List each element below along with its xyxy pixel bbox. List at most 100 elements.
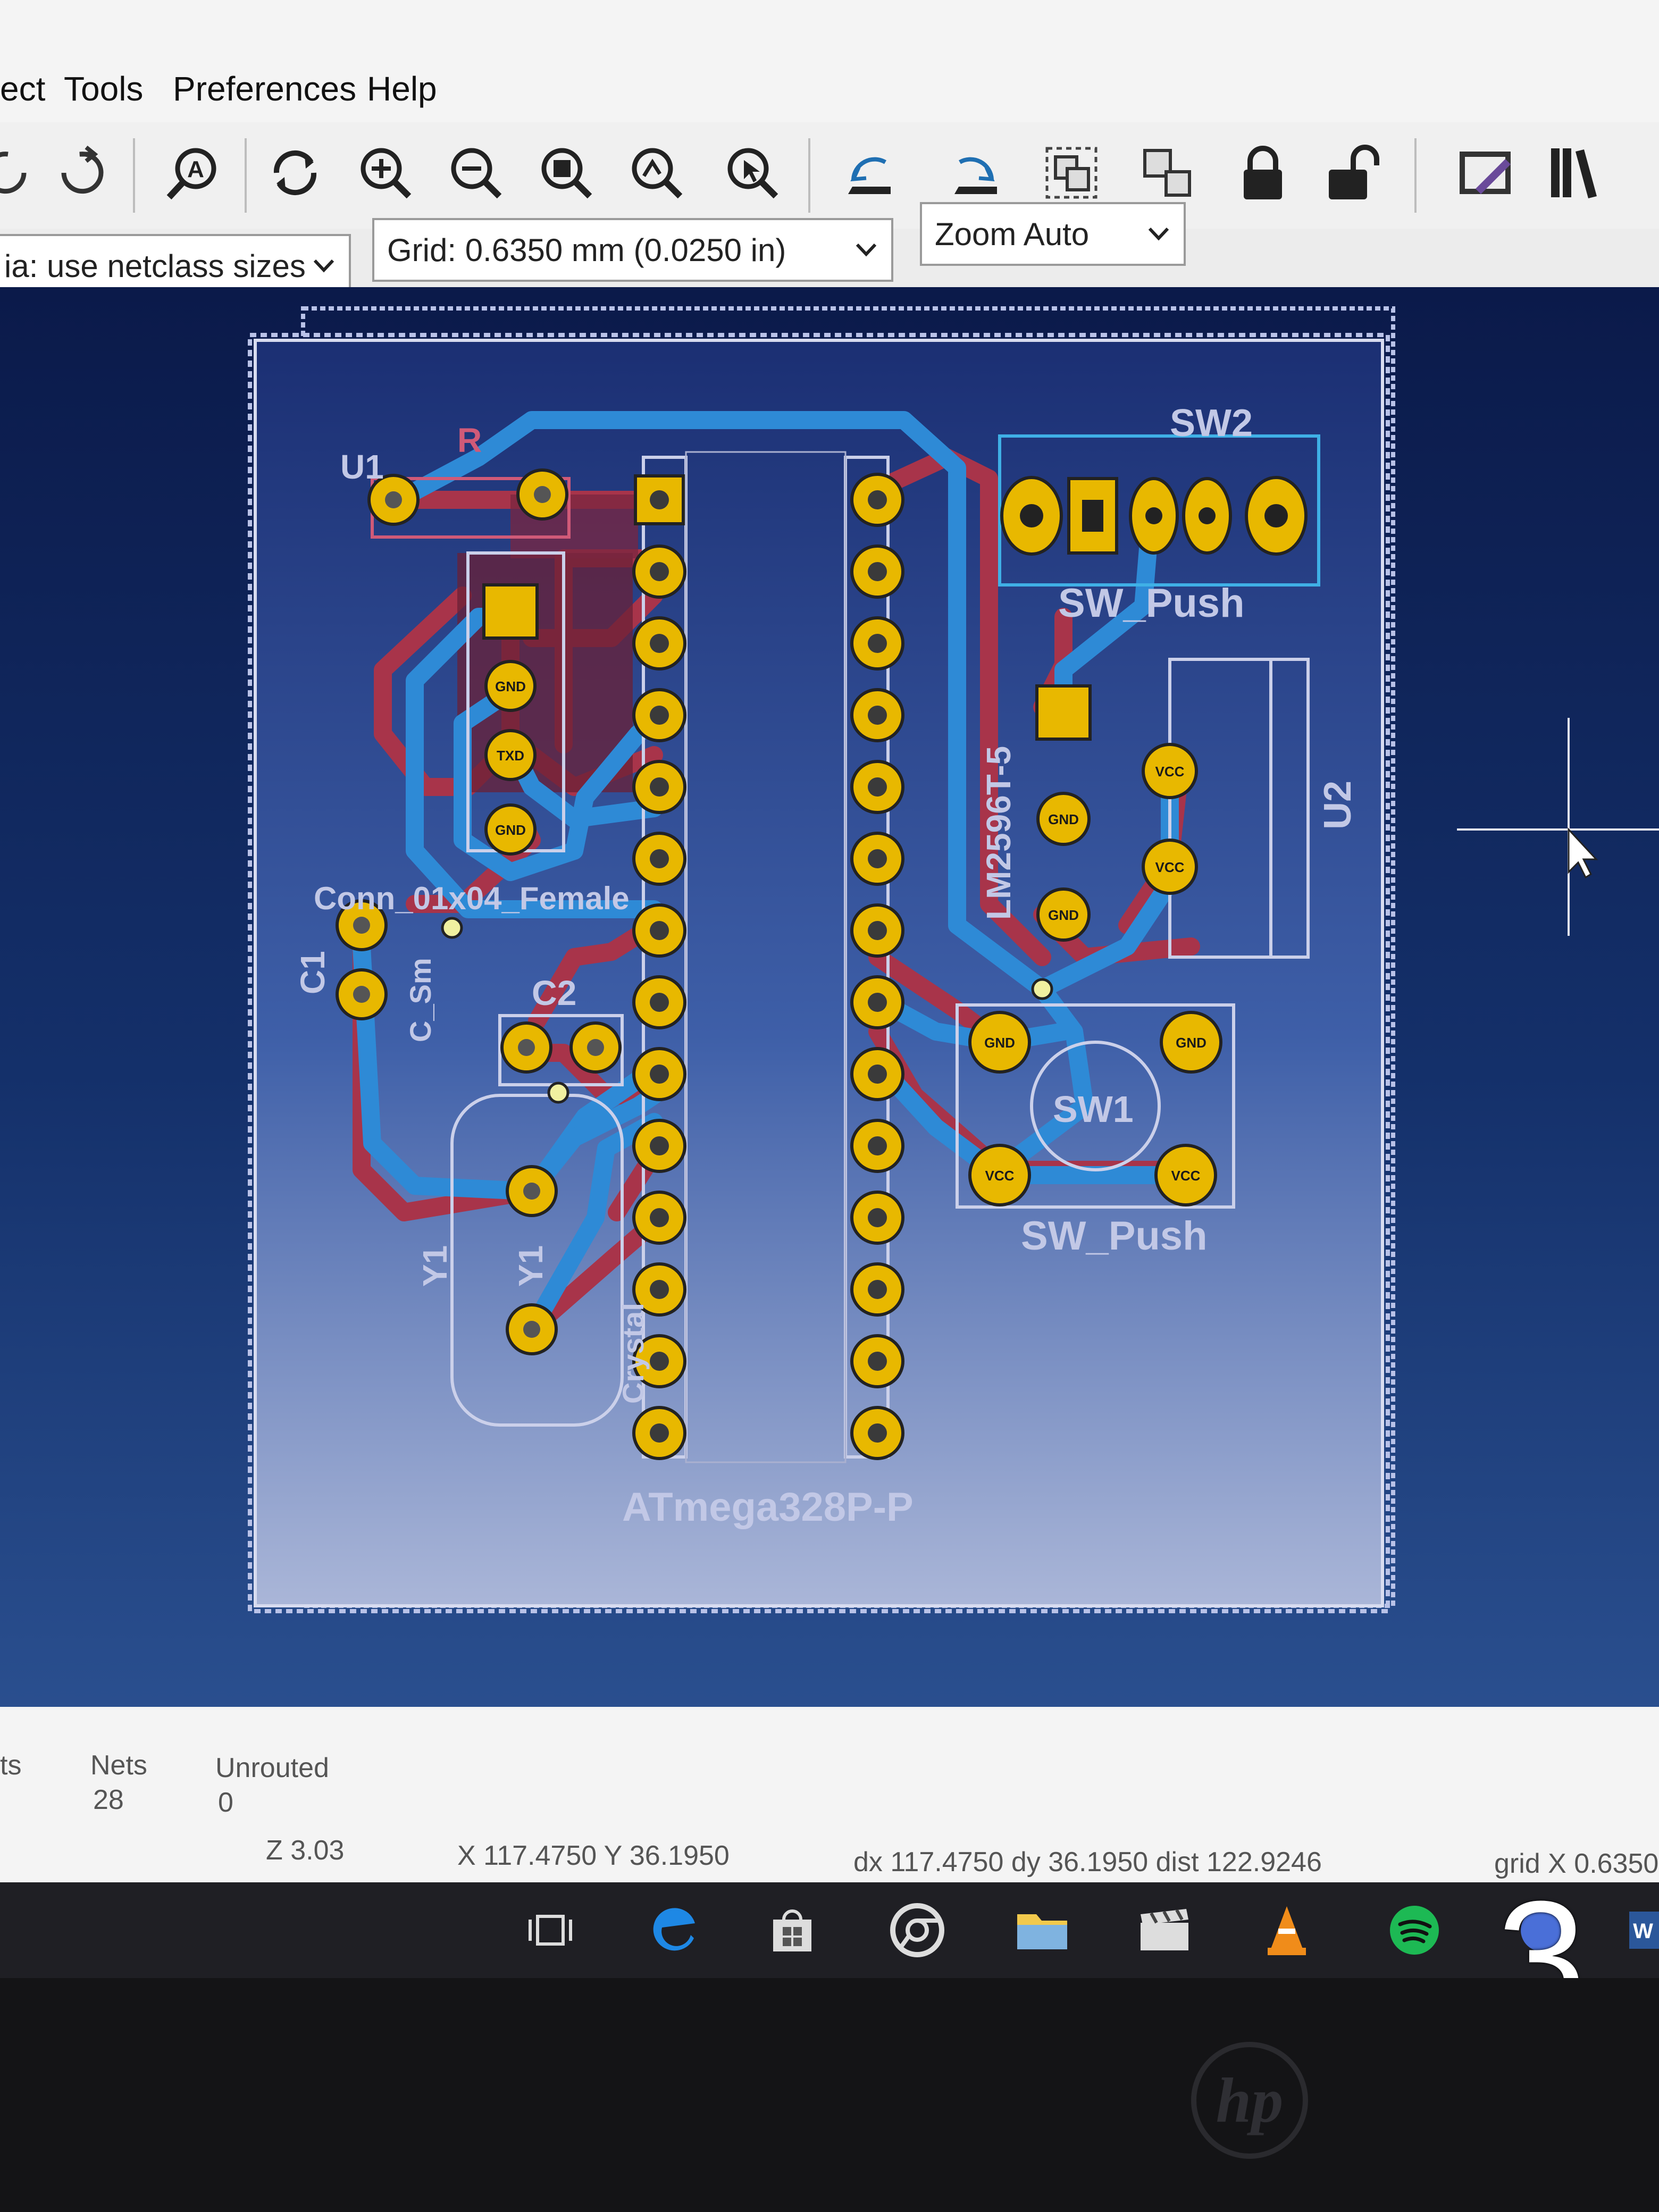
cursor-crosshair (1457, 718, 1659, 936)
pad-drill-hole (650, 849, 669, 868)
pad-label-vcc: VCC (1155, 764, 1185, 780)
pad-label-gnd-3: GND (1048, 811, 1079, 827)
group-icon[interactable] (1032, 133, 1111, 213)
pad-drill-hole (650, 562, 669, 581)
zoom-selection-icon[interactable] (617, 133, 697, 213)
menu-help[interactable]: Help (367, 69, 437, 108)
pad-drill-hole (868, 562, 887, 581)
chevron-down-icon (313, 259, 334, 273)
pad-drill-hole (868, 490, 887, 509)
unrouted-label: Unrouted (215, 1753, 329, 1783)
pad-drill-hole (868, 1352, 887, 1371)
redo-icon[interactable] (40, 133, 120, 213)
zoom-tool-icon[interactable] (713, 133, 792, 213)
pad-drill-hole (650, 706, 669, 725)
zoom-out-icon[interactable] (436, 133, 516, 213)
label-y1-inner: Y1 (512, 1245, 550, 1287)
hp-logo: hp (1191, 2042, 1308, 2159)
pad-drill-hole (650, 993, 669, 1012)
label-conn: Conn_01x04_Female (314, 881, 630, 916)
pad-label-gnd-2: GND (495, 822, 526, 838)
pads-label: ts (0, 1750, 22, 1781)
task-view-icon[interactable] (518, 1898, 582, 1962)
store-icon[interactable] (760, 1898, 824, 1962)
spotify-icon[interactable] (1382, 1898, 1446, 1962)
grid-select[interactable]: Grid: 0.6350 mm (0.0250 in) (372, 218, 893, 282)
menu-project[interactable]: ect (0, 69, 45, 108)
rotate-cw-icon[interactable] (936, 133, 1016, 213)
pad-drill-hole (650, 1352, 669, 1371)
pad-drill-hole (868, 849, 887, 868)
label-c2: C2 (532, 973, 576, 1012)
label-sw2: SW2 (1170, 402, 1253, 445)
refresh-icon[interactable] (255, 133, 335, 213)
menu-tools[interactable]: Tools (64, 69, 143, 108)
pad-label-txd: TXD (497, 748, 524, 764)
svg-text:W: W (1633, 1920, 1653, 1943)
rotate-ccw-icon[interactable] (830, 133, 909, 213)
pad-drill-hole (650, 1208, 669, 1227)
chevron-down-icon (1148, 227, 1169, 241)
zoom-select[interactable]: Zoom Auto (920, 202, 1186, 266)
label-u2: U2 (1317, 781, 1359, 830)
chevron-down-icon (856, 243, 877, 257)
pad-drill-hole (868, 1280, 887, 1299)
edit-footprint-icon[interactable] (1446, 133, 1526, 213)
status-bar: ts Nets 28 Unrouted 0 Z 3.03 X 117.4750 … (0, 1707, 1659, 1882)
movies-icon[interactable] (1133, 1898, 1196, 1962)
label-u1: U1 (340, 448, 384, 486)
grid-value: Grid: 0.6350 mm (0.0250 in) (387, 232, 786, 268)
file-explorer-icon[interactable] (1010, 1898, 1074, 1962)
lock-icon[interactable] (1223, 133, 1303, 213)
pad-drill-hole (868, 634, 887, 653)
pad-drill-hole (650, 921, 669, 940)
cursor-xy-readout: X 117.4750 Y 36.1950 (457, 1840, 730, 1871)
pad-drill-hole (650, 634, 669, 653)
zoom-readout: Z 3.03 (266, 1835, 345, 1866)
unrouted-value: 0 (218, 1787, 233, 1818)
zoom-fit-icon[interactable] (526, 133, 606, 213)
label-c-sm: C_Sm (404, 958, 437, 1042)
pad-drill-hole (868, 1136, 887, 1155)
windows-taskbar: W 3 (0, 1877, 1659, 2037)
pad-drill-hole (868, 777, 887, 797)
vlc-icon[interactable] (1255, 1898, 1319, 1962)
svg-text:A: A (187, 156, 204, 182)
pad-label-gnd-4: GND (1048, 907, 1079, 923)
unlock-icon[interactable] (1313, 133, 1393, 213)
pcb-canvas[interactable]: GND TXD GND VCC VCC GND GND GND GND VCC … (0, 287, 1659, 1712)
library-icon[interactable] (1537, 133, 1616, 213)
label-atmega: ATmega328P-P (622, 1485, 914, 1530)
ungroup-icon[interactable] (1127, 133, 1207, 213)
pad-label-gnd-6: GND (1176, 1035, 1206, 1051)
menu-preferences[interactable]: Preferences (173, 69, 356, 108)
pad-label-gnd: GND (495, 678, 526, 694)
track-via-size-value: ia: use netclass sizes (4, 248, 306, 284)
chrome-icon[interactable] (885, 1898, 949, 1962)
label-sw-push-top: SW_Push (1058, 581, 1245, 626)
pad-label-vcc-4: VCC (1171, 1168, 1201, 1184)
label-r: R (457, 421, 482, 459)
edge-icon[interactable] (643, 1898, 707, 1962)
pad-label-gnd-5: GND (984, 1035, 1015, 1051)
pad-drill-hole (868, 1423, 887, 1443)
label-sw-push-bottom: SW_Push (1021, 1213, 1208, 1259)
pcb-board-view[interactable]: GND TXD GND VCC VCC GND GND GND GND VCC … (0, 287, 1659, 1712)
main-toolbar: A (0, 122, 1659, 229)
pad-drill-hole (650, 1136, 669, 1155)
delta-readout: dx 117.4750 dy 36.1950 dist 122.9246 (853, 1847, 1322, 1878)
zoom-value: Zoom Auto (935, 216, 1090, 252)
pad-label-vcc-3: VCC (985, 1168, 1015, 1184)
zoom-in-icon[interactable] (346, 133, 425, 213)
pad-drill-hole (650, 490, 669, 509)
pad-drill-hole (650, 777, 669, 797)
pad-drill-hole (868, 1065, 887, 1084)
pad-drill-hole (868, 993, 887, 1012)
laptop-bezel (0, 1978, 1659, 2212)
nets-value: 28 (93, 1784, 124, 1815)
pad-drill-hole (650, 1065, 669, 1084)
word-icon[interactable]: W (1627, 1898, 1659, 1962)
find-icon[interactable]: A (152, 133, 231, 213)
label-c1: C1 (294, 951, 332, 994)
pad-drill-hole (868, 706, 887, 725)
